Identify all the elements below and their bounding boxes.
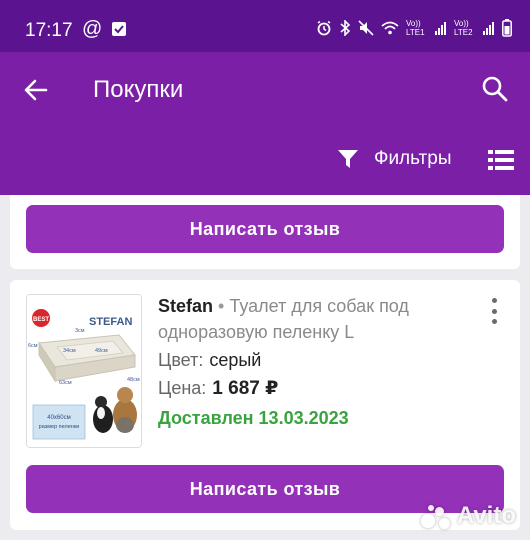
dim-inner2-label: 49см bbox=[95, 348, 108, 354]
brand-logo: STEFAN bbox=[89, 316, 132, 328]
order-card: BEST STEFAN 3см 34см 49см 6см 63см 48см … bbox=[10, 280, 520, 530]
dim-left-label: 6см bbox=[28, 343, 38, 349]
avito-watermark: Avito bbox=[419, 502, 516, 530]
product-thumbnail[interactable]: BEST STEFAN 3см 34см 49см 6см 63см 48см … bbox=[26, 294, 142, 448]
list-view-button[interactable] bbox=[488, 149, 514, 171]
search-button[interactable] bbox=[480, 74, 510, 104]
wifi-icon bbox=[381, 21, 399, 35]
status-time: 17:17 bbox=[25, 20, 73, 41]
pad-caption-label: размер пеленки bbox=[39, 424, 80, 430]
battery-icon bbox=[502, 19, 512, 37]
dim-right-label: 48см bbox=[127, 377, 140, 383]
more-options-button[interactable] bbox=[488, 298, 500, 324]
dim-top-label: 3см bbox=[75, 328, 85, 334]
app-bar: Покупки bbox=[0, 52, 530, 127]
best-badge: BEST bbox=[33, 317, 49, 323]
sim2-label: Vo)) LTE2 bbox=[454, 19, 473, 37]
product-brand: Stefan bbox=[158, 296, 214, 316]
delivery-status: Доставлен 13.03.2023 bbox=[158, 408, 349, 428]
filters-button[interactable]: Фильтры bbox=[336, 147, 451, 171]
filter-bar: Фильтры bbox=[0, 127, 530, 195]
back-button[interactable] bbox=[20, 74, 52, 106]
signal-2-icon bbox=[483, 22, 494, 35]
dim-inner1-label: 34см bbox=[63, 348, 76, 354]
filter-funnel-icon bbox=[338, 150, 358, 168]
product-image: BEST STEFAN 3см 34см 49см 6см 63см 48см … bbox=[27, 295, 141, 447]
order-card: Написать отзыв bbox=[10, 195, 520, 269]
arrow-left-icon bbox=[24, 79, 48, 101]
sim1-label: Vo)) LTE1 bbox=[406, 19, 425, 37]
color-value: серый bbox=[209, 350, 262, 370]
watermark-text: Avito bbox=[456, 502, 516, 529]
color-field: Цвет: серый bbox=[158, 347, 458, 373]
signal-1-icon bbox=[435, 22, 446, 35]
avito-logo-icon bbox=[419, 503, 453, 529]
title-separator: • bbox=[218, 296, 225, 316]
at-sign-icon: @ bbox=[82, 18, 103, 40]
more-vertical-icon bbox=[491, 298, 497, 303]
write-review-button[interactable]: Написать отзыв bbox=[26, 205, 504, 253]
product-title[interactable]: Stefan • Туалет для собак под одноразову… bbox=[158, 293, 458, 345]
list-view-icon bbox=[488, 150, 514, 170]
price-field: Цена: 1 687 ₽ bbox=[158, 375, 458, 402]
checkbox-icon bbox=[112, 22, 127, 36]
color-label: Цвет: bbox=[158, 350, 204, 370]
price-label: Цена: bbox=[158, 378, 207, 398]
order-info: Stefan • Туалет для собак под одноразову… bbox=[158, 293, 458, 431]
pad-size-label: 40x60см bbox=[47, 415, 70, 421]
alarm-icon bbox=[317, 20, 331, 36]
price-value: 1 687 ₽ bbox=[212, 378, 279, 399]
bluetooth-icon bbox=[340, 20, 351, 36]
app-header: 17:17 @ Vo)) LTE1 Vo)) LTE2 Покупки Филь… bbox=[0, 0, 530, 195]
search-icon bbox=[482, 76, 508, 102]
dim-bottom-label: 63см bbox=[59, 380, 72, 386]
mute-icon bbox=[358, 20, 374, 36]
page-title: Покупки bbox=[93, 76, 184, 103]
filters-label: Фильтры bbox=[374, 148, 452, 169]
status-bar: 17:17 @ Vo)) LTE1 Vo)) LTE2 bbox=[0, 0, 530, 52]
